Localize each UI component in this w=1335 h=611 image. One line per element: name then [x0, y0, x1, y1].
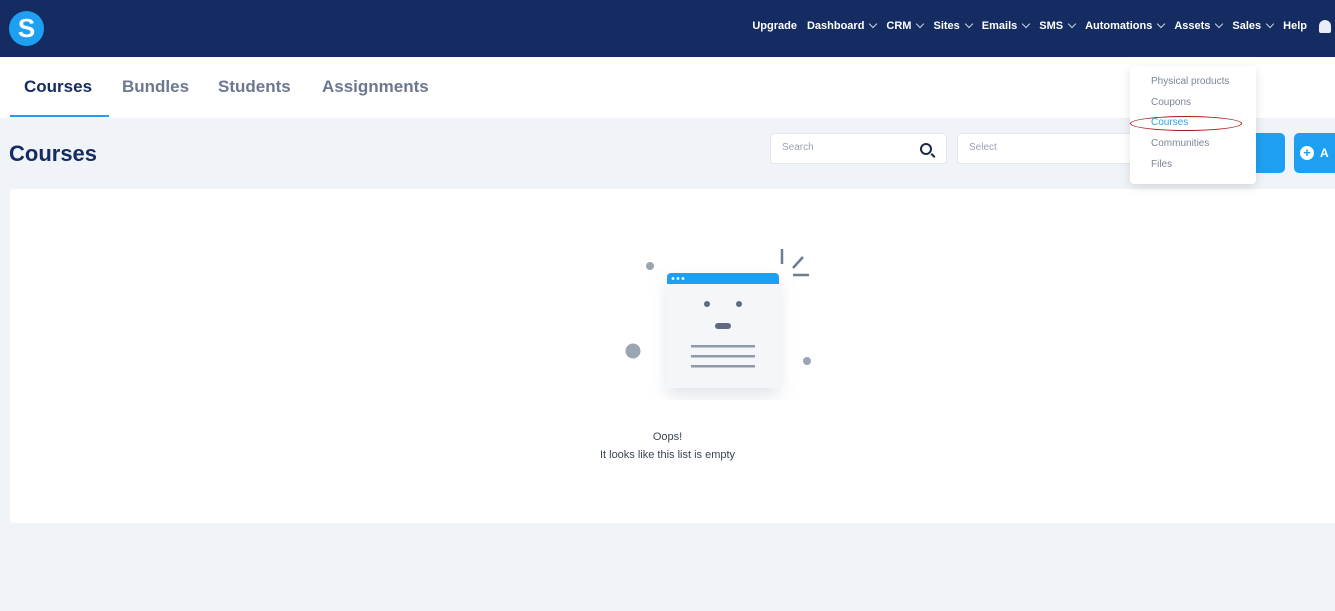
- nav-label: Emails: [981, 20, 1018, 32]
- nav-label: Automations: [1085, 20, 1153, 32]
- chevron-down-icon: [916, 19, 925, 29]
- plus-icon: +: [1300, 146, 1314, 160]
- app-logo[interactable]: S: [9, 11, 44, 46]
- nav-emails[interactable]: Emails: [981, 19, 1031, 32]
- main-nav: Upgrade Dashboard CRM Sites Emails SMS A…: [752, 0, 1335, 52]
- nav-label: CRM: [886, 20, 912, 32]
- menu-item-communities[interactable]: Communities: [1130, 134, 1256, 155]
- chevron-down-icon: [1265, 19, 1275, 29]
- nav-upgrade[interactable]: Upgrade: [752, 20, 797, 32]
- nav-sales[interactable]: Sales: [1232, 19, 1275, 32]
- nav-label: Upgrade: [752, 20, 797, 32]
- tab-bundles[interactable]: Bundles: [122, 77, 189, 97]
- chevron-down-icon: [1157, 19, 1166, 29]
- menu-item-courses[interactable]: Courses: [1130, 113, 1256, 134]
- nav-label: SMS: [1039, 20, 1064, 32]
- add-button-label: A: [1320, 146, 1329, 160]
- active-tab-indicator: [10, 115, 109, 117]
- nav-label: Assets: [1174, 20, 1211, 32]
- menu-item-physical-products[interactable]: Physical products: [1130, 72, 1256, 93]
- top-navbar: S Upgrade Dashboard CRM Sites Emails SMS…: [0, 0, 1335, 57]
- page-title: Courses: [9, 141, 98, 166]
- nav-sms[interactable]: SMS: [1039, 19, 1077, 32]
- nav-help[interactable]: Help: [1283, 20, 1307, 32]
- chevron-down-icon: [1215, 19, 1224, 29]
- search-input[interactable]: Search: [770, 133, 947, 164]
- empty-title: Oops!: [652, 431, 683, 443]
- nav-label: Sites: [933, 20, 960, 32]
- nav-label: Dashboard: [806, 20, 865, 32]
- add-button[interactable]: + A: [1294, 133, 1335, 173]
- empty-list-illustration: [625, 249, 811, 388]
- chevron-down-icon: [869, 19, 878, 29]
- chevron-down-icon: [1022, 19, 1031, 29]
- nav-label: Sales: [1232, 20, 1262, 32]
- search-icon[interactable]: [920, 143, 932, 155]
- chevron-down-icon: [1067, 19, 1077, 29]
- tab-students[interactable]: Students: [218, 77, 291, 97]
- tab-assignments[interactable]: Assignments: [322, 77, 429, 97]
- nav-sites[interactable]: Sites: [933, 19, 974, 32]
- nav-automations[interactable]: Automations: [1085, 19, 1166, 32]
- select-placeholder: Select: [969, 142, 997, 153]
- nav-assets[interactable]: Assets: [1174, 19, 1224, 32]
- empty-message: It looks like this list is empty: [599, 449, 736, 461]
- bell-icon[interactable]: [1319, 19, 1331, 33]
- menu-item-files[interactable]: Files: [1130, 155, 1256, 176]
- menu-item-coupons[interactable]: Coupons: [1130, 93, 1256, 114]
- nav-crm[interactable]: CRM: [886, 19, 925, 32]
- nav-label: Help: [1283, 20, 1307, 32]
- tab-courses[interactable]: Courses: [24, 77, 92, 97]
- nav-dashboard[interactable]: Dashboard: [806, 19, 878, 32]
- highlight-ellipse: [1130, 116, 1242, 132]
- chevron-down-icon: [964, 19, 974, 29]
- filter-select[interactable]: Select: [957, 133, 1142, 164]
- assets-dropdown-menu: Physical products Coupons Courses Commun…: [1130, 66, 1256, 184]
- search-placeholder: Search: [782, 142, 814, 153]
